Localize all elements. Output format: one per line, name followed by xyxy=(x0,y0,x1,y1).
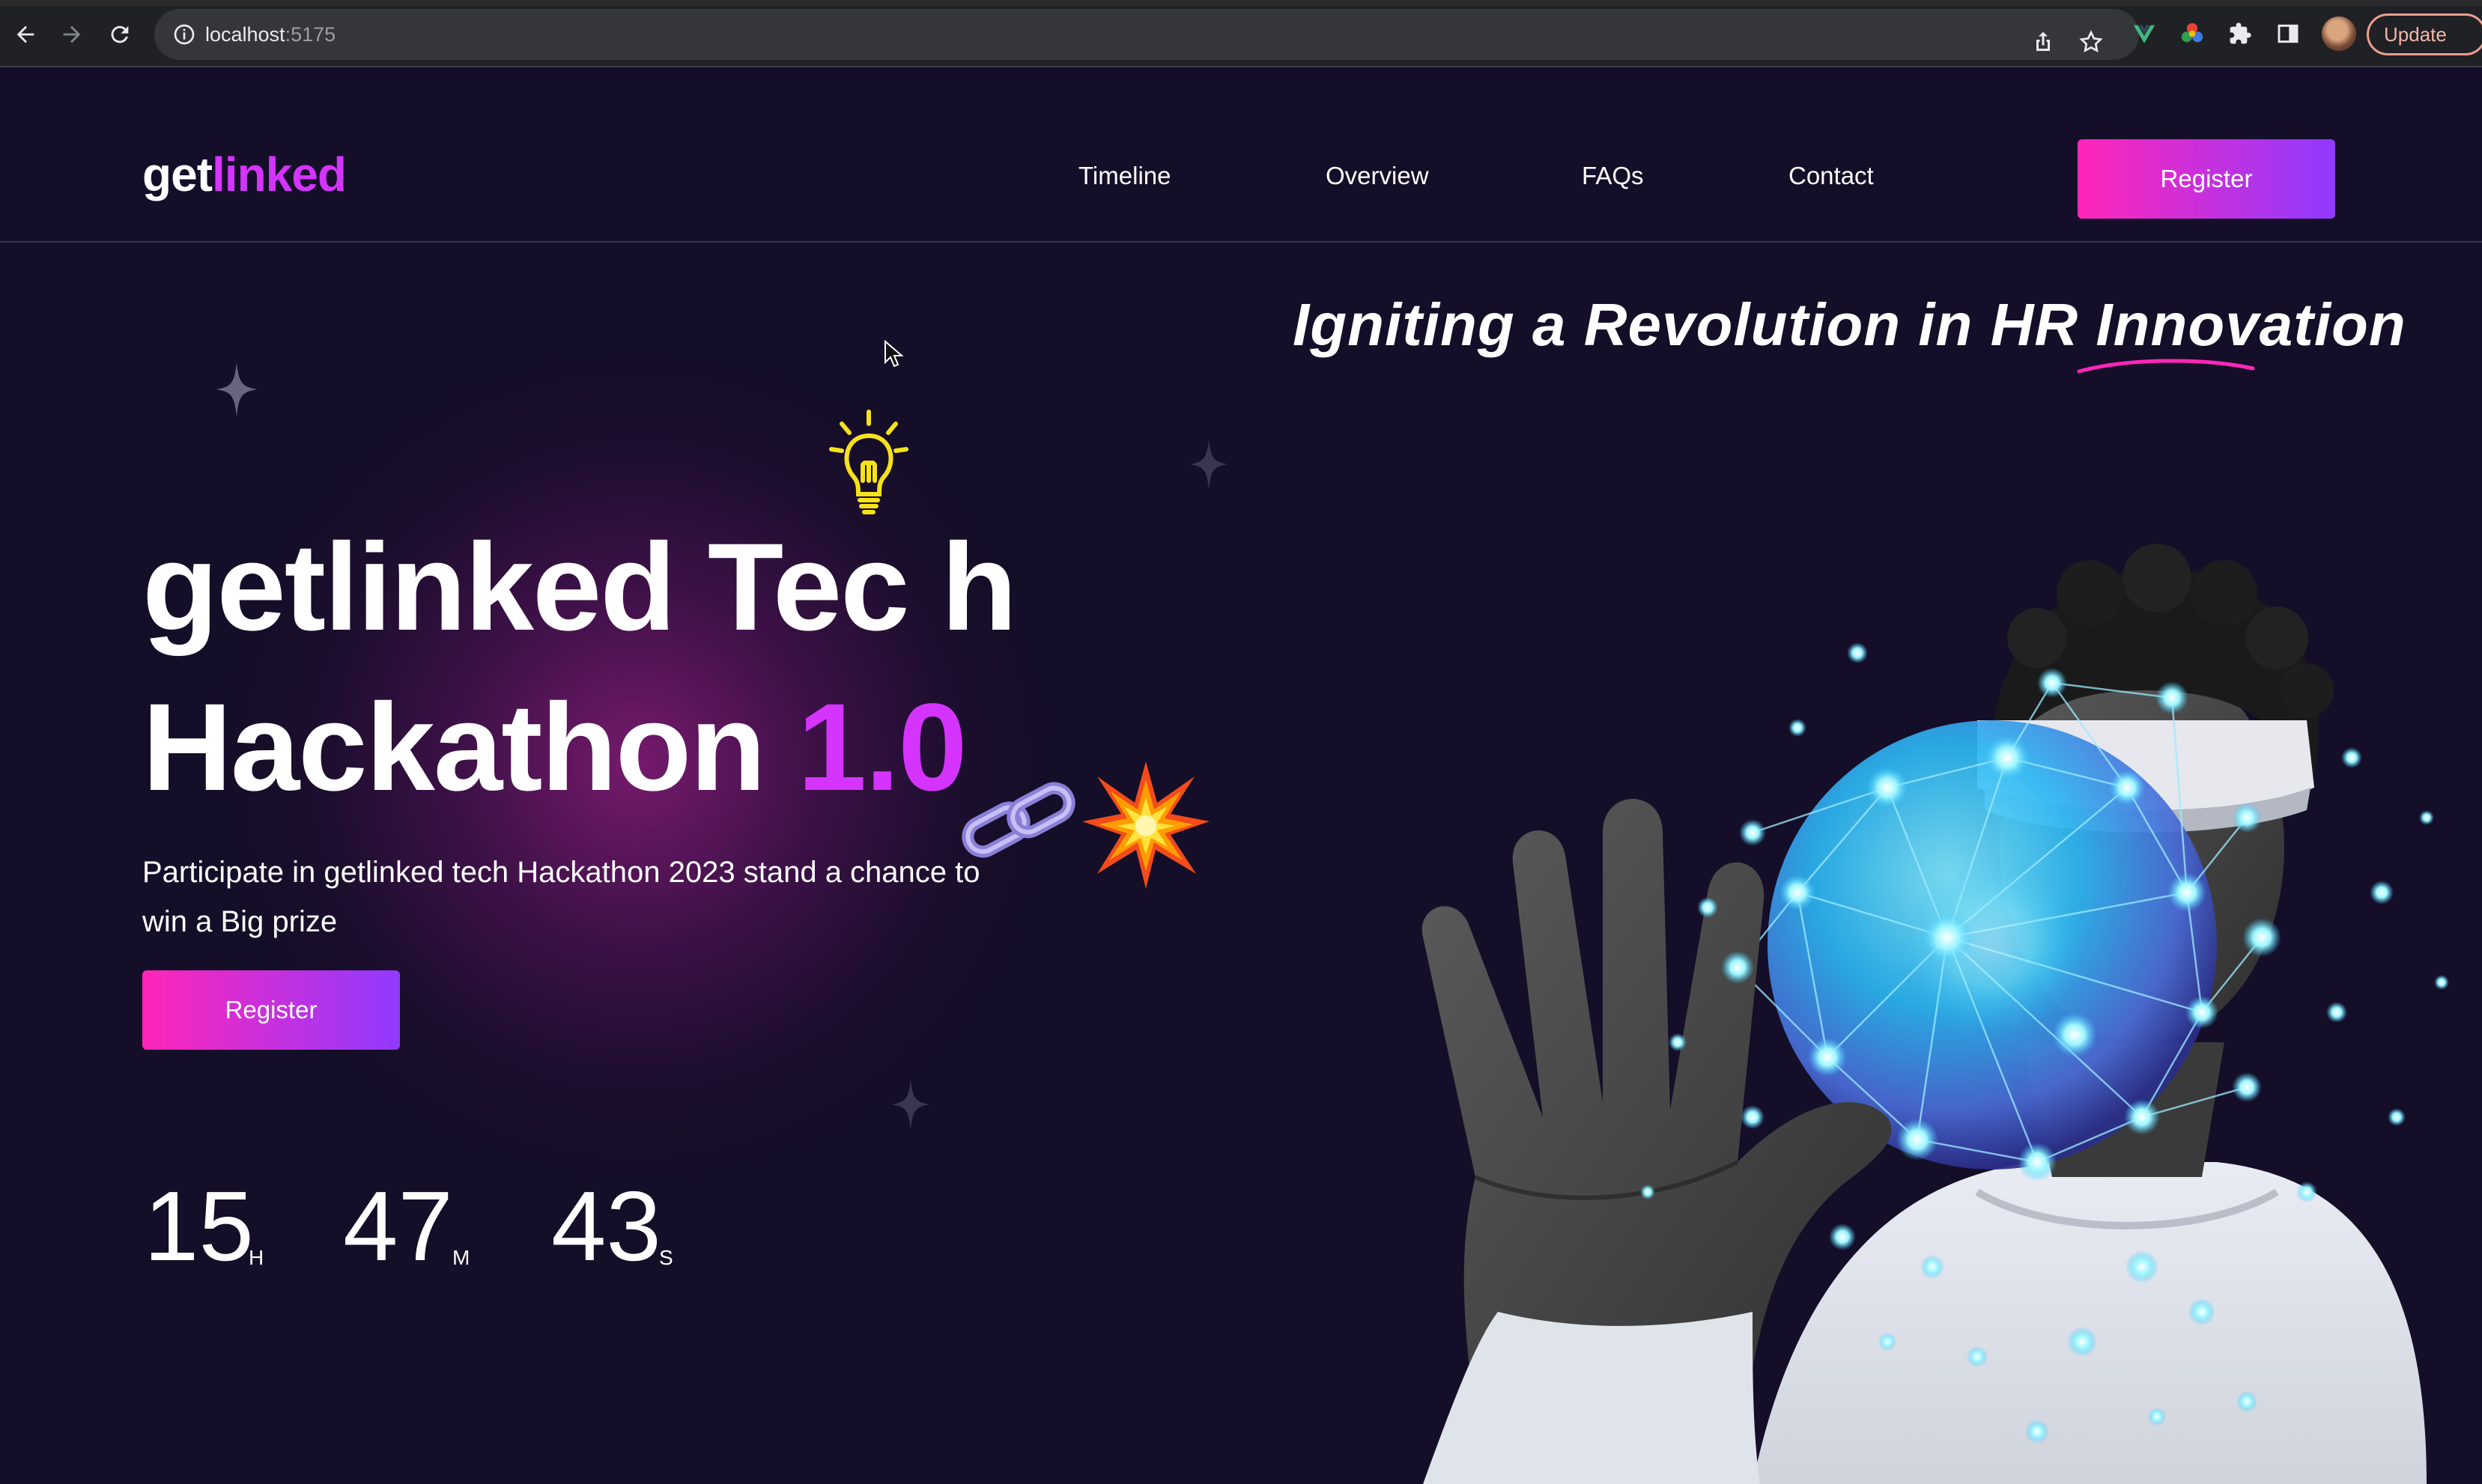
nav-link-contact[interactable]: Contact xyxy=(1788,162,1874,190)
hero-title-line2: Hackathon 1.0 xyxy=(142,686,968,810)
vue-extension-icon[interactable] xyxy=(2130,19,2158,48)
sparkle-star-icon xyxy=(216,362,258,416)
hero-title-line1: getlinked Tec h xyxy=(142,518,1017,657)
tab-strip-edge xyxy=(0,0,2482,6)
profile-avatar[interactable] xyxy=(2322,16,2356,51)
share-icon[interactable] xyxy=(2030,28,2057,55)
landing-page: getlinked Timeline Overview FAQs Contact… xyxy=(0,69,2482,1484)
hero-title-hackathon: Hackathon xyxy=(142,678,798,817)
color-extension-icon[interactable] xyxy=(2178,19,2206,48)
reload-icon[interactable] xyxy=(103,18,136,51)
nav-link-faqs[interactable]: FAQs xyxy=(1582,162,1644,190)
hero-register-button[interactable]: Register xyxy=(142,970,400,1050)
sparkle-star-icon xyxy=(891,1079,930,1130)
forward-arrow-icon[interactable] xyxy=(55,18,88,51)
hero-image-vr-man xyxy=(1421,544,2449,1484)
nav-link-timeline[interactable]: Timeline xyxy=(1078,162,1171,190)
url-text[interactable]: localhost:5175 xyxy=(205,21,336,48)
site-header: getlinked Timeline Overview FAQs Contact… xyxy=(0,69,2482,243)
countdown-hours: 15 xyxy=(144,1171,254,1281)
countdown-minutes: 47 xyxy=(343,1171,453,1281)
cursor-icon xyxy=(885,340,903,368)
hero-description: Participate in getlinked tech Hackathon … xyxy=(142,856,980,938)
browser-toolbar: localhost:5175 Update xyxy=(0,0,2482,67)
logo-text-get: get xyxy=(142,148,213,201)
countdown-minutes-unit: M xyxy=(452,1246,470,1269)
logo-text-linked: linked xyxy=(212,148,347,201)
header-register-button[interactable]: Register xyxy=(2078,139,2335,219)
hero-title-version: 1.0 xyxy=(797,678,968,817)
update-button[interactable]: Update xyxy=(2367,13,2482,55)
countdown-hours-unit: H xyxy=(249,1246,264,1269)
hero-tagline: Igniting a Revolution in HR Innovation xyxy=(1293,291,2406,358)
star-bookmark-icon[interactable] xyxy=(2078,28,2105,55)
nav-link-overview[interactable]: Overview xyxy=(1326,162,1429,190)
countdown-seconds-unit: S xyxy=(659,1246,673,1269)
back-arrow-icon[interactable] xyxy=(9,18,42,51)
lightbulb-icon xyxy=(829,410,908,514)
explosion-icon xyxy=(1082,761,1210,889)
address-bar[interactable]: localhost:5175 xyxy=(154,9,2139,60)
info-icon[interactable] xyxy=(172,22,196,46)
countdown-seconds: 43 xyxy=(551,1171,661,1281)
side-panel-icon[interactable] xyxy=(2274,19,2302,48)
puzzle-extensions-icon[interactable] xyxy=(2226,19,2254,48)
sparkle-star-icon xyxy=(1189,439,1228,490)
site-logo[interactable]: getlinked xyxy=(142,147,347,202)
